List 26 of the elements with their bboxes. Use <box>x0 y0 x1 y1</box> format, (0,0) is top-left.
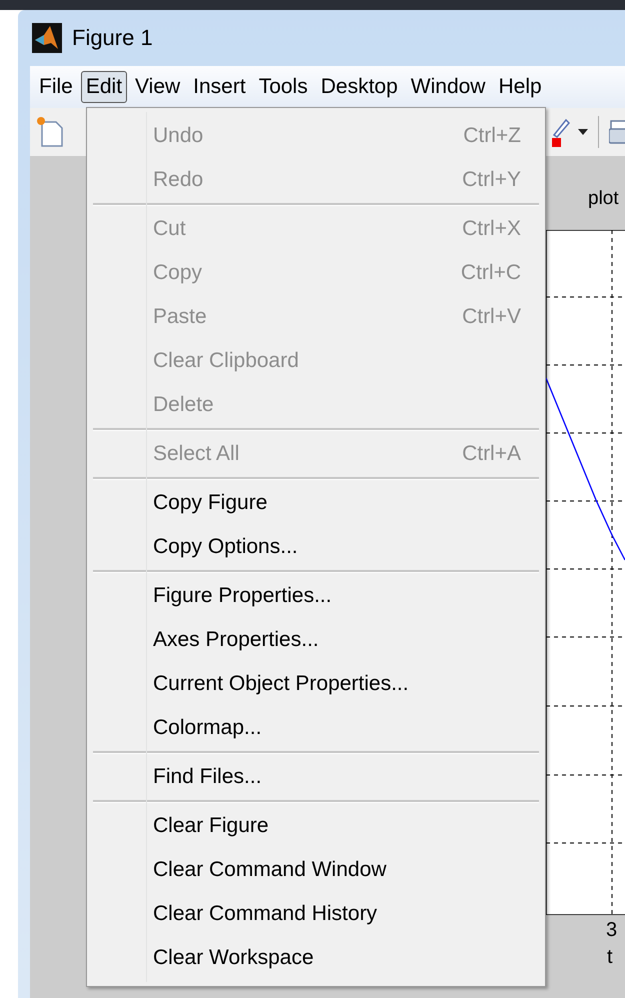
menu-item[interactable]: Axes Properties... <box>91 618 541 662</box>
x-axis-label: t <box>607 946 613 969</box>
menu-bar-item[interactable]: Desktop <box>316 71 403 103</box>
axes-title: plot <box>588 187 619 211</box>
menu-bar-item[interactable]: Tools <box>254 71 313 103</box>
window-title: Figure 1 <box>72 25 153 51</box>
menu-item[interactable]: Clear Command History <box>91 892 541 936</box>
menu-item[interactable]: Colormap... <box>91 706 541 750</box>
app-logo-icon <box>32 23 62 53</box>
new-file-icon[interactable] <box>36 116 64 148</box>
menu-item[interactable]: Copy Options... <box>91 525 541 569</box>
x-tick-label: 3 <box>606 919 618 942</box>
menu-item[interactable]: Copy Figure <box>91 481 541 525</box>
menu-item[interactable]: Clear Command Window <box>91 848 541 892</box>
menu-item[interactable]: Clear Workspace <box>91 936 541 980</box>
menu-item[interactable]: Clear Figure <box>91 804 541 848</box>
menu-bar-item[interactable]: View <box>130 71 186 103</box>
menu-bar-item[interactable]: Insert <box>188 71 251 103</box>
menu-bar-item[interactable]: Window <box>406 71 490 103</box>
caret-icon[interactable] <box>578 129 588 135</box>
menu-bar-item[interactable]: Edit <box>80 71 128 103</box>
menu-item[interactable]: Find Files... <box>91 755 541 799</box>
menu-bar-item[interactable]: Help <box>493 71 547 103</box>
menu-item[interactable]: Current Object Properties... <box>91 662 541 706</box>
menu-item[interactable]: Figure Properties... <box>91 574 541 618</box>
menu-bar-item[interactable]: File <box>34 71 78 103</box>
